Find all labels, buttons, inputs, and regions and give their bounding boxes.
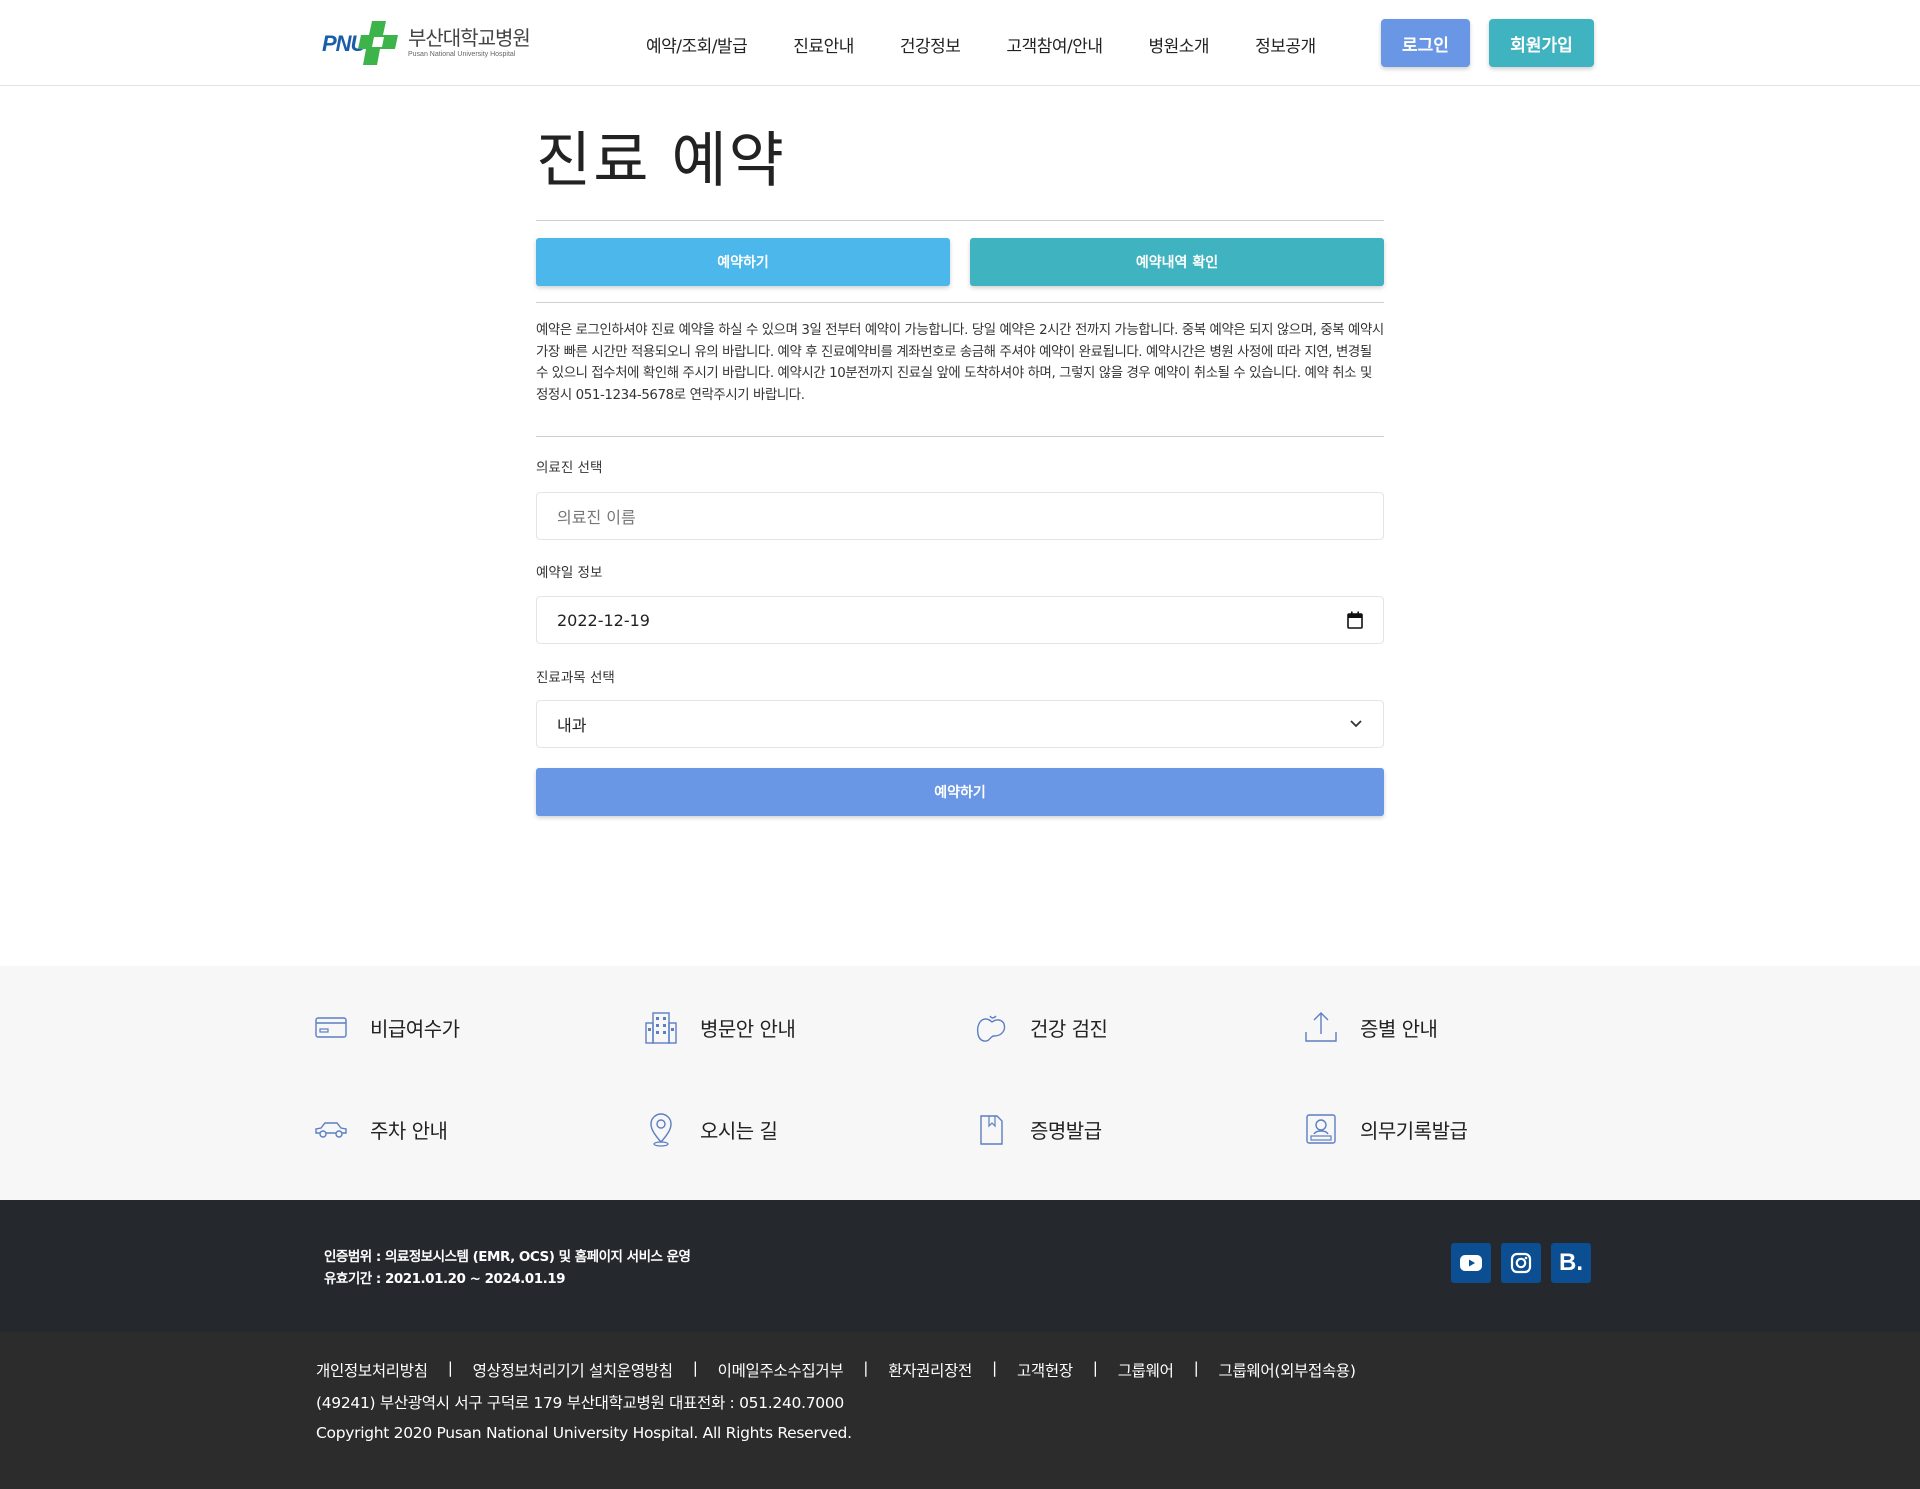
- upload-icon: [1305, 1012, 1337, 1042]
- main-nav: 예약/조회/발급 진료안내 건강정보 고객참여/안내 병원소개 정보공개: [646, 32, 1316, 57]
- quicklink-symptom-guide[interactable]: 증별 안내: [1302, 1008, 1438, 1046]
- footer-address: (49241) 부산광역시 서구 구덕로 179 부산대학교병원 대표전화 : …: [316, 1394, 844, 1412]
- id-record-icon: [1306, 1114, 1336, 1144]
- footer-bottom: [0, 1332, 1920, 1489]
- date-value: 2022-12-19: [557, 610, 650, 630]
- chevron-down-icon: [1350, 720, 1362, 728]
- youtube-icon: [1460, 1255, 1482, 1271]
- certification-scope: 인증범위 : 의료정보시스템 (EMR, OCS) 및 홈페이지 서비스 운영: [324, 1249, 691, 1265]
- footer-link-cctv-policy[interactable]: 영상정보처리기기 설치운영방침: [473, 1359, 673, 1381]
- nav-item-reservation[interactable]: 예약/조회/발급: [646, 32, 748, 57]
- site-header: PNU 부산대학교병원 Pusan National University Ho…: [0, 0, 1920, 86]
- footer-link-patient-rights[interactable]: 환자권리장전: [888, 1359, 972, 1381]
- date-label: 예약일 정보: [536, 565, 603, 581]
- footer-separator: |: [447, 1359, 453, 1377]
- car-icon: [315, 1122, 347, 1138]
- instagram-link[interactable]: [1501, 1243, 1541, 1283]
- quicklink-label: 의무기록발급: [1360, 1118, 1468, 1143]
- quicklink-label: 증명발급: [1030, 1118, 1102, 1143]
- footer-certification-bar: [0, 1200, 1920, 1332]
- footer-link-groupware-external[interactable]: 그룹웨어(외부접속용): [1219, 1359, 1356, 1381]
- quicklink-visitor-guide[interactable]: 병문안 안내: [642, 1008, 796, 1046]
- quicklink-label: 병문안 안내: [700, 1016, 796, 1041]
- youtube-link[interactable]: [1451, 1243, 1491, 1283]
- nav-item-disclosure[interactable]: 정보공개: [1255, 32, 1316, 57]
- footer-separator: |: [1092, 1359, 1098, 1377]
- quick-links-section: [0, 966, 1920, 1200]
- footer-separator: |: [1193, 1359, 1199, 1377]
- doctor-input[interactable]: 의료진 이름: [536, 492, 1384, 540]
- quicklink-label: 비급여수가: [370, 1016, 460, 1041]
- notice-divider: [536, 436, 1384, 437]
- hospital-building-icon: [645, 1012, 677, 1044]
- quicklink-label: 증별 안내: [1360, 1016, 1438, 1041]
- footer-links: 개인정보처리방침 | 영상정보처리기기 설치운영방침 | 이메일주소수집거부 |…: [316, 1359, 1356, 1381]
- certification-info: 인증범위 : 의료정보시스템 (EMR, OCS) 및 홈페이지 서비스 운영 …: [324, 1246, 691, 1290]
- nav-item-customer[interactable]: 고객참여/안내: [1006, 32, 1103, 57]
- page-title: 진료 예약: [536, 126, 786, 196]
- department-select[interactable]: 내과: [536, 700, 1384, 748]
- footer-link-privacy[interactable]: 개인정보처리방침: [316, 1359, 428, 1381]
- footer-copyright: Copyright 2020 Pusan National University…: [316, 1424, 852, 1442]
- quicklink-medical-records[interactable]: 의무기록발급: [1302, 1110, 1468, 1148]
- hospital-logo[interactable]: PNU 부산대학교병원 Pusan National University Ho…: [322, 20, 531, 66]
- quicklink-health-checkup[interactable]: 건강 검진: [972, 1008, 1108, 1046]
- logo-korean-name: 부산대학교병원: [408, 25, 531, 50]
- department-value: 내과: [557, 716, 587, 735]
- tabs-divider: [536, 302, 1384, 303]
- title-divider: [536, 220, 1384, 221]
- logo-text: 부산대학교병원 Pusan National University Hospit…: [408, 25, 531, 60]
- calendar-icon[interactable]: [1347, 611, 1363, 629]
- tab-make-reservation[interactable]: 예약하기: [536, 238, 950, 286]
- nav-item-about[interactable]: 병원소개: [1149, 32, 1210, 57]
- quicklink-label: 건강 검진: [1030, 1016, 1108, 1041]
- footer-link-customer-charter[interactable]: 고객헌장: [1017, 1359, 1073, 1381]
- login-button[interactable]: 로그인: [1381, 19, 1470, 67]
- card-icon: [315, 1017, 347, 1038]
- blog-link[interactable]: B.: [1551, 1243, 1591, 1283]
- doctor-label: 의료진 선택: [536, 460, 603, 476]
- nav-item-treatment-guide[interactable]: 진료안내: [793, 32, 854, 57]
- nav-item-health-info[interactable]: 건강정보: [900, 32, 961, 57]
- submit-reservation-button[interactable]: 예약하기: [536, 768, 1384, 816]
- quicklink-certificate[interactable]: 증명발급: [972, 1110, 1102, 1148]
- instagram-icon: [1510, 1252, 1532, 1274]
- certification-period: 유효기간 : 2021.01.20 ~ 2024.01.19: [324, 1271, 566, 1287]
- quicklink-label: 오시는 길: [700, 1118, 778, 1143]
- footer-link-email-refusal[interactable]: 이메일주소수집거부: [718, 1359, 844, 1381]
- quicklink-parking[interactable]: 주차 안내: [312, 1110, 448, 1148]
- document-icon: [980, 1115, 1003, 1145]
- logo-cross-icon: [358, 21, 398, 65]
- map-pin-icon: [650, 1113, 672, 1147]
- signup-button[interactable]: 회원가입: [1489, 19, 1594, 67]
- department-label: 진료과목 선택: [536, 670, 615, 686]
- blog-icon: B.: [1559, 1249, 1583, 1276]
- footer-separator: |: [692, 1359, 698, 1377]
- tab-check-reservation[interactable]: 예약내역 확인: [970, 238, 1384, 286]
- quicklink-label: 주차 안내: [370, 1118, 448, 1143]
- logo-english-name: Pusan National University Hospital: [408, 50, 516, 58]
- doctor-placeholder: 의료진 이름: [557, 508, 636, 527]
- date-input[interactable]: 2022-12-19: [536, 596, 1384, 644]
- reservation-notice: 예약은 로그인하셔야 진료 예약을 하실 수 있으며 3일 전부터 예약이 가능…: [536, 323, 1384, 403]
- footer-separator: |: [863, 1359, 869, 1377]
- logo-mark: PNU: [322, 21, 400, 65]
- quicklink-noncovered-fees[interactable]: 비급여수가: [312, 1008, 460, 1046]
- organ-icon: [976, 1015, 1006, 1042]
- footer-link-groupware[interactable]: 그룹웨어: [1118, 1359, 1174, 1381]
- quicklink-directions[interactable]: 오시는 길: [642, 1110, 778, 1148]
- footer-separator: |: [992, 1359, 997, 1377]
